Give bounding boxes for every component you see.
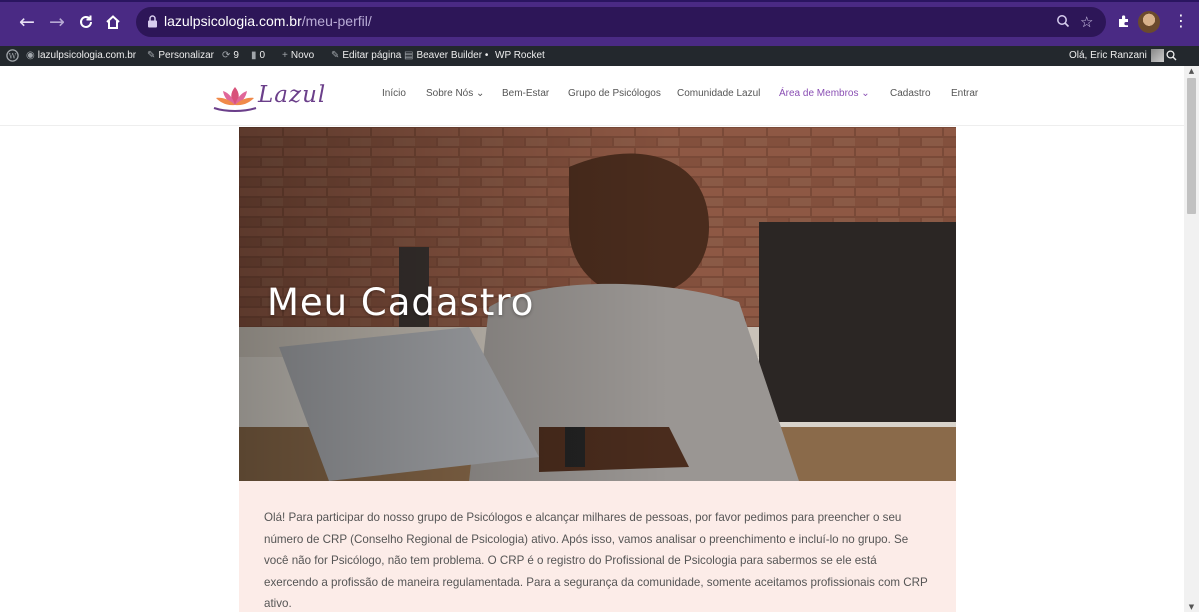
url-path: /meu-perfil/ — [301, 13, 372, 29]
address-bar[interactable]: lazulpsicologia.com.br/meu-perfil/ ☆ — [136, 7, 1106, 37]
ab-beaver-dot: • — [484, 50, 489, 61]
url-host: lazulpsicologia.com.br — [164, 13, 302, 29]
ab-account[interactable]: Olá, Eric Ranzani — [1069, 46, 1164, 66]
ab-beaver-label: Beaver Builder — [416, 50, 483, 61]
menu-item-entrar[interactable]: Entrar — [951, 88, 978, 99]
ab-updates-count: 9 — [233, 50, 239, 61]
ab-avatar — [1150, 48, 1164, 62]
ab-comments[interactable]: ▮ 0 — [251, 46, 265, 66]
menu-item-grupo-psicologos[interactable]: Grupo de Psicólogos — [568, 88, 661, 99]
menu-item-inicio[interactable]: Início — [382, 88, 406, 99]
menu-label-sobre-nos: Sobre Nós — [426, 88, 474, 99]
page-scrollbar[interactable]: ▲ ▼ — [1184, 66, 1199, 612]
extensions-icon[interactable] — [1113, 10, 1135, 32]
chevron-down-icon: ⌄ — [861, 88, 870, 99]
ab-customize-label: Personalizar — [158, 50, 214, 61]
updates-icon: ⟳ — [222, 50, 231, 61]
wp-admin-bar: W ◉ lazulpsicologia.com.br ✎ Personalizar … — [0, 46, 1199, 66]
ab-site-link[interactable]: ◉ lazulpsicologia.com.br — [26, 46, 136, 66]
chevron-down-icon: ⌄ — [476, 88, 485, 99]
ab-new-label: Novo — [290, 50, 315, 61]
menu-item-cadastro[interactable]: Cadastro — [890, 88, 931, 99]
reload-icon[interactable] — [73, 9, 99, 35]
site-logo[interactable]: Lazul — [212, 79, 325, 115]
forward-icon[interactable]: → — [44, 9, 70, 35]
ab-wp-rocket[interactable]: WP Rocket — [495, 46, 545, 66]
profile-avatar[interactable] — [1138, 11, 1160, 33]
page-title: Meu Cadastro — [267, 281, 535, 324]
star-icon[interactable]: ☆ — [1080, 14, 1093, 30]
menu-icon[interactable]: ⋮ — [1170, 10, 1192, 32]
lotus-icon — [213, 87, 257, 112]
menu-item-comunidade-lazul[interactable]: Comunidade Lazul — [677, 88, 760, 99]
scroll-down-icon[interactable]: ▼ — [1187, 603, 1196, 611]
menu-item-bem-estar[interactable]: Bem-Estar — [502, 88, 549, 99]
ab-comments-count: 0 — [259, 50, 266, 61]
scroll-thumb[interactable] — [1187, 78, 1196, 214]
ab-new[interactable]: + Novo — [282, 46, 314, 66]
ab-beaver-builder[interactable]: ▤ Beaver Builder • — [404, 46, 488, 66]
ab-updates[interactable]: ⟳ 9 — [222, 46, 239, 66]
dashboard-icon: ◉ — [26, 50, 35, 61]
comment-icon: ▮ — [251, 50, 257, 61]
hero-banner: Meu Cadastro — [239, 127, 956, 481]
menu-label-area-membros: Área de Membros — [779, 88, 859, 99]
home-icon[interactable] — [100, 9, 126, 35]
scroll-up-icon[interactable]: ▲ — [1187, 67, 1196, 75]
menu-item-area-membros[interactable]: Área de Membros ⌄ — [779, 88, 870, 99]
plus-icon: + — [282, 50, 288, 61]
site-header: Lazul Início Sobre Nós ⌄ Bem-Estar Grupo… — [0, 66, 1184, 126]
brush-icon: ✎ — [147, 50, 156, 61]
ab-edit-page[interactable]: ✎ Editar página — [331, 46, 401, 66]
ab-edit-label: Editar página — [342, 50, 402, 61]
wordpress-logo-icon[interactable]: W — [6, 46, 19, 66]
beaver-builder-icon: ▤ — [404, 50, 414, 61]
lock-icon — [148, 15, 157, 28]
back-icon[interactable]: ← — [14, 9, 40, 35]
svg-text:W: W — [9, 51, 17, 60]
url-text[interactable]: lazulpsicologia.com.br/meu-perfil/ — [164, 13, 372, 29]
menu-item-sobre-nos[interactable]: Sobre Nós ⌄ — [426, 88, 484, 99]
pencil-icon: ✎ — [331, 50, 340, 61]
ab-search-icon[interactable] — [1166, 46, 1177, 66]
intro-text: Olá! Para participar do nosso grupo de P… — [264, 511, 928, 610]
intro-section: Olá! Para participar do nosso grupo de P… — [239, 481, 956, 612]
ab-greeting: Olá, Eric Ranzani — [1069, 50, 1147, 61]
zoom-icon[interactable] — [1056, 14, 1070, 32]
browser-toolbar: ← → lazulpsicologia.com.br/meu-perfil/ ☆… — [0, 0, 1199, 46]
ab-site-label: lazulpsicologia.com.br — [37, 50, 137, 61]
ab-customize[interactable]: ✎ Personalizar — [147, 46, 214, 66]
logo-text: Lazul — [258, 82, 327, 108]
